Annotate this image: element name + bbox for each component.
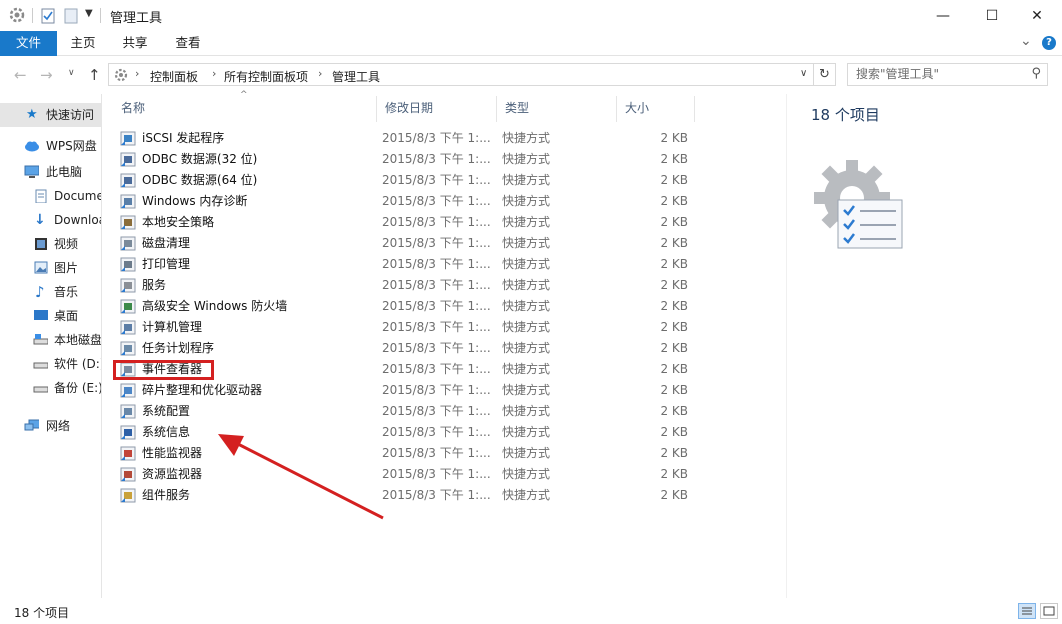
status-item-count: 18 个项目	[14, 604, 69, 621]
details-item-count: 18 个项目	[811, 104, 880, 125]
details-pane-divider[interactable]	[786, 94, 787, 598]
admin-tools-large-icon	[812, 156, 908, 252]
status-bar: 18 个项目	[0, 598, 1062, 624]
annotation-arrow	[0, 0, 1062, 624]
large-icons-view-icon	[1041, 604, 1057, 618]
details-view-icon	[1019, 604, 1035, 618]
details-view-button[interactable]	[1018, 603, 1036, 619]
large-icons-view-button[interactable]	[1040, 603, 1058, 619]
